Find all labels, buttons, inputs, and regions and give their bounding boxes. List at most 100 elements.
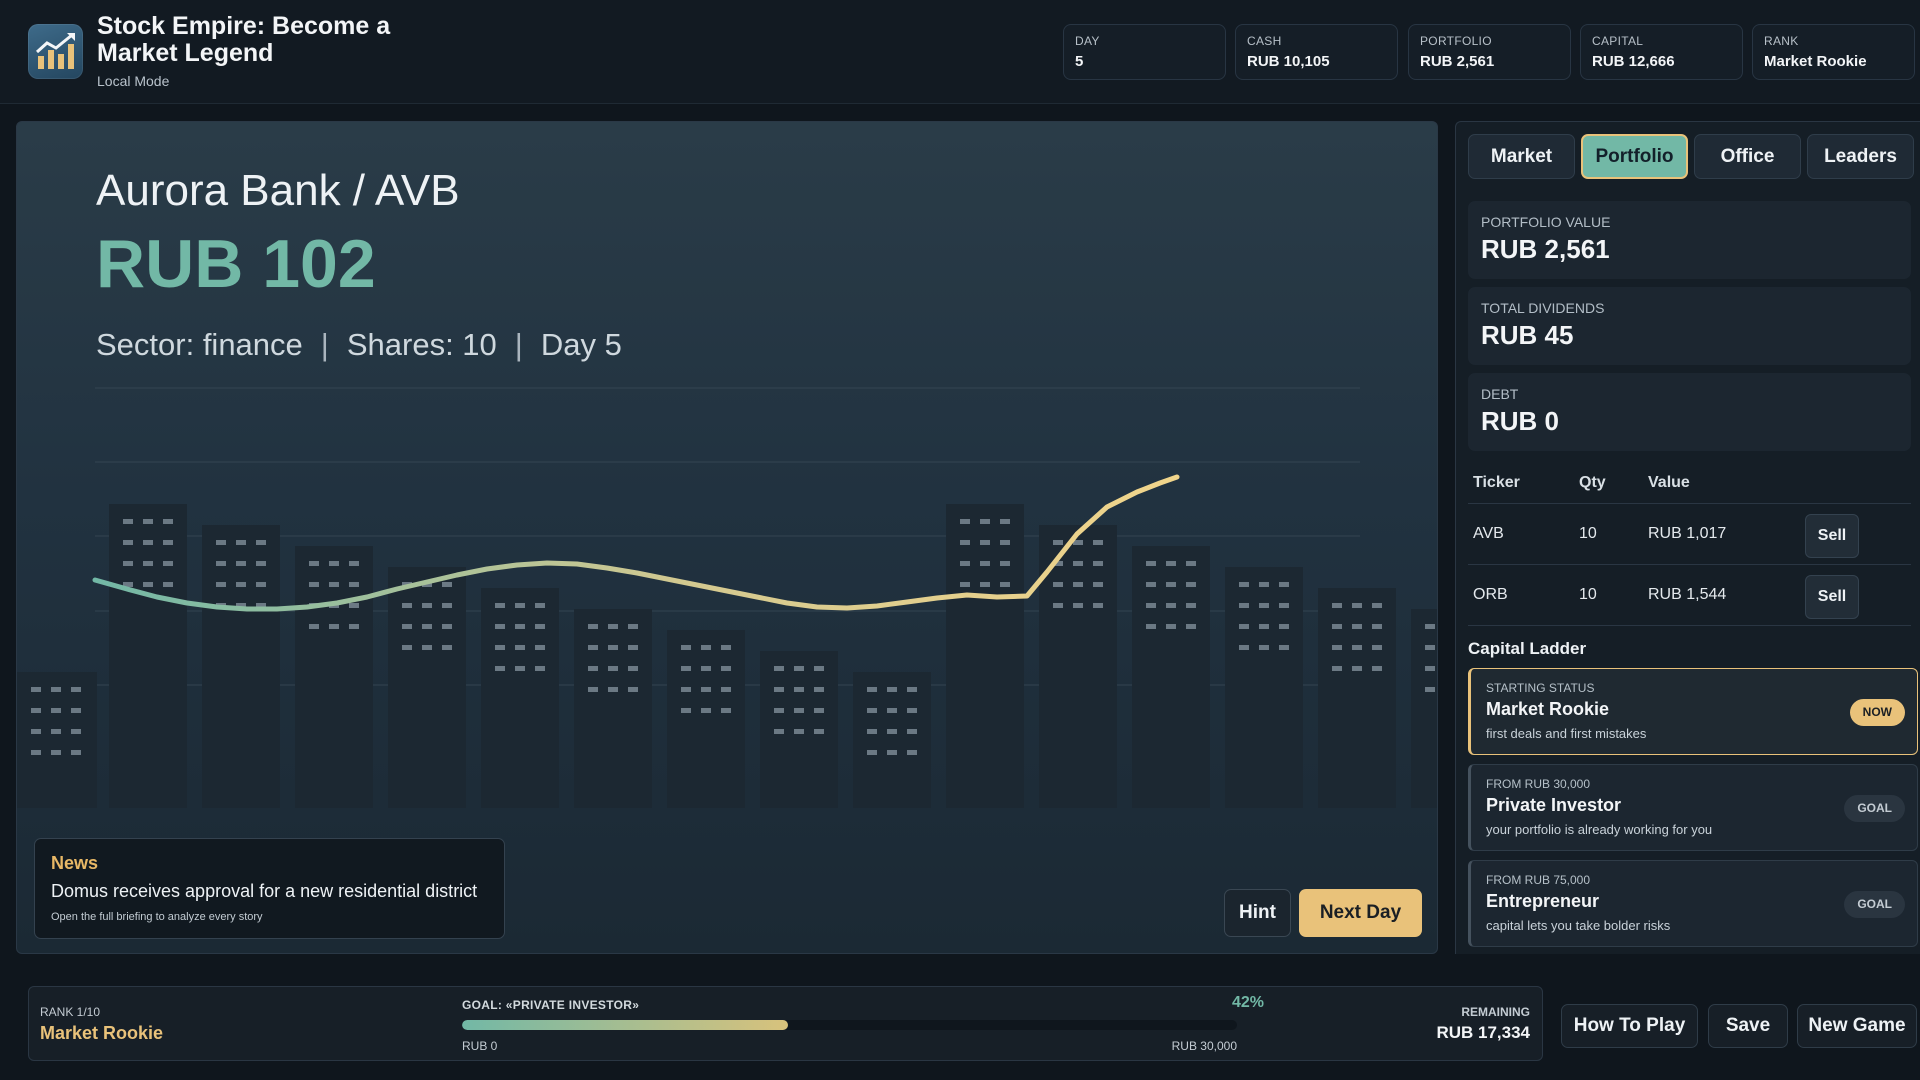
building-window — [256, 540, 266, 545]
column-ticker: Ticker — [1473, 473, 1520, 491]
building-window — [31, 750, 41, 755]
building-window — [681, 708, 691, 713]
building-window — [887, 708, 897, 713]
building-window — [402, 624, 412, 629]
holdings-header: Ticker Qty Value — [1468, 462, 1911, 504]
building-window — [1259, 624, 1269, 629]
building-window — [1332, 666, 1342, 671]
building-window — [1279, 645, 1289, 650]
how-to-play-button[interactable]: How To Play — [1561, 1004, 1698, 1048]
building-window — [1000, 519, 1010, 524]
building-window — [1186, 561, 1196, 566]
remaining-label: REMAINING — [1461, 1005, 1530, 1019]
building-window — [535, 624, 545, 629]
sell-button[interactable]: Sell — [1805, 575, 1859, 619]
building-window — [256, 582, 266, 587]
building-window — [588, 624, 598, 629]
tab-market[interactable]: Market — [1468, 134, 1575, 179]
building-window — [1425, 666, 1435, 671]
building-window — [349, 603, 359, 608]
app-title: Stock Empire: Become a Market Legend — [97, 12, 391, 67]
metric-label: PORTFOLIO VALUE — [1481, 214, 1611, 230]
save-button[interactable]: Save — [1708, 1004, 1788, 1048]
building-window — [867, 708, 877, 713]
sell-button[interactable]: Sell — [1805, 514, 1859, 558]
building-window — [681, 645, 691, 650]
building-window — [51, 708, 61, 713]
building-window — [329, 582, 339, 587]
building-window — [71, 729, 81, 734]
building-window — [1239, 645, 1249, 650]
building-window — [907, 708, 917, 713]
news-briefing-link[interactable]: Open the full briefing to analyze every … — [51, 911, 488, 923]
building-window — [907, 687, 917, 692]
stat-label: CASH — [1247, 34, 1282, 48]
building-window — [1425, 645, 1435, 650]
ladder-description: first deals and first mistakes — [1486, 726, 1647, 741]
building-window — [309, 561, 319, 566]
stat-value: RUB 10,105 — [1247, 53, 1330, 70]
building-window — [402, 645, 412, 650]
hint-button[interactable]: Hint — [1224, 889, 1291, 937]
building-window — [143, 561, 153, 566]
stat-cash: CASH RUB 10,105 — [1235, 24, 1398, 80]
next-day-button[interactable]: Next Day — [1299, 889, 1422, 937]
building-window — [681, 687, 691, 692]
new-game-button[interactable]: New Game — [1797, 1004, 1917, 1048]
news-headline: Domus receives approval for a new reside… — [51, 881, 478, 901]
building-window — [1146, 603, 1156, 608]
building-window — [814, 687, 824, 692]
tab-portfolio[interactable]: Portfolio — [1581, 134, 1688, 179]
stat-label: RANK — [1764, 34, 1799, 48]
news-title: News — [51, 853, 99, 873]
news-panel[interactable]: News Domus receives approval for a new r… — [34, 838, 505, 939]
building-window — [774, 687, 784, 692]
building-window — [442, 624, 452, 629]
tab-office[interactable]: Office — [1694, 134, 1801, 179]
tab-leaders[interactable]: Leaders — [1807, 134, 1914, 179]
building-window — [163, 582, 173, 587]
building-window — [794, 729, 804, 734]
building-window — [960, 519, 970, 524]
building-window — [907, 750, 917, 755]
building-window — [1332, 624, 1342, 629]
building-window — [1166, 624, 1176, 629]
building-window — [628, 687, 638, 692]
building-window — [31, 708, 41, 713]
holding-ticker: ORB — [1473, 586, 1508, 603]
building-window — [774, 708, 784, 713]
holding-value: RUB 1,017 — [1648, 525, 1727, 542]
stock-meta: Sector: finance | Shares: 10 | Day 5 — [96, 327, 622, 362]
building-window — [608, 666, 618, 671]
stat-day: DAY 5 — [1063, 24, 1226, 80]
metric-value: RUB 0 — [1481, 406, 1560, 436]
goal-label: GOAL: «PRIVATE INVESTOR» — [462, 998, 640, 1012]
building — [1318, 588, 1396, 808]
building-window — [442, 603, 452, 608]
building-window — [1372, 645, 1382, 650]
building-window — [608, 687, 618, 692]
table-row: AVB 10 RUB 1,017 Sell — [1468, 504, 1911, 565]
metric-value: RUB 2,561 — [1481, 234, 1610, 264]
building-window — [721, 666, 731, 671]
building-window — [163, 540, 173, 545]
building-window — [1332, 645, 1342, 650]
building-window — [588, 645, 598, 650]
building — [202, 525, 280, 808]
building-window — [1053, 603, 1063, 608]
building-window — [701, 666, 711, 671]
building-window — [588, 666, 598, 671]
building-window — [402, 603, 412, 608]
building-window — [867, 750, 877, 755]
building-window — [1352, 603, 1362, 608]
building-window — [794, 708, 804, 713]
building — [574, 609, 652, 808]
building-window — [1146, 582, 1156, 587]
building-window — [1239, 624, 1249, 629]
ladder-item-private-investor: FROM RUB 30,000 Private Investor your po… — [1468, 764, 1918, 851]
progress-footer: RANK 1/10 Market Rookie GOAL: «PRIVATE I… — [28, 986, 1543, 1061]
goal-badge: GOAL — [1844, 891, 1905, 918]
building-window — [515, 624, 525, 629]
building-window — [681, 666, 691, 671]
building-window — [123, 519, 133, 524]
